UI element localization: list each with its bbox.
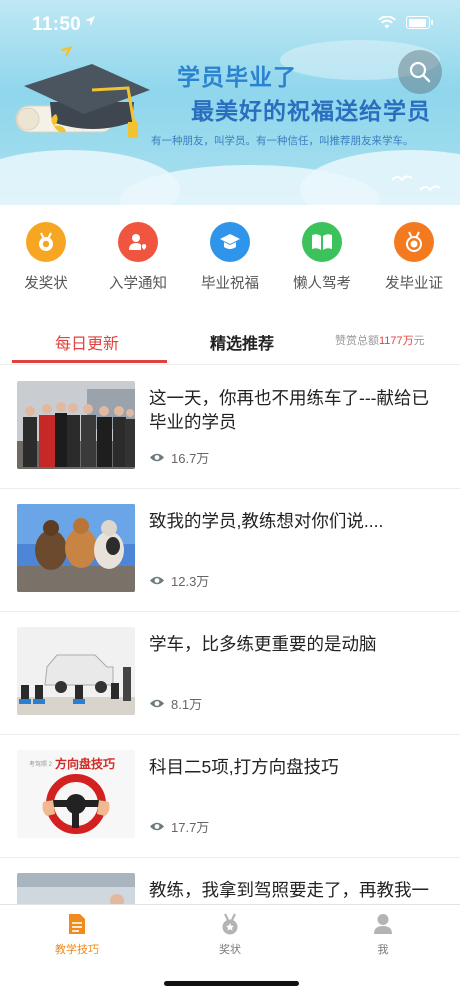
banner-title: 学员毕业了 xyxy=(177,64,297,90)
article-thumbnail xyxy=(17,504,135,592)
active-tab-indicator xyxy=(12,360,167,363)
thumbnail-small-caption: 考驾照 2 xyxy=(29,762,53,768)
tab-label: 我 xyxy=(377,944,389,956)
tab-featured[interactable]: 精选推荐 xyxy=(210,330,274,354)
search-icon xyxy=(409,61,431,83)
award-icon xyxy=(222,913,238,935)
status-time: 11:50 xyxy=(32,14,82,35)
article-title: 致我的学员,教练想对你们说.... xyxy=(149,511,384,531)
article-thumbnail: 考驾照 2 方向盘技巧 xyxy=(17,750,135,838)
article-thumbnail xyxy=(17,627,135,715)
article-thumbnail xyxy=(17,381,135,469)
article-thumbnail xyxy=(17,873,135,906)
quick-action-label: 发毕业证 xyxy=(385,276,443,292)
tip-total: 赞赏总额1177万元 xyxy=(335,332,425,348)
wifi-icon xyxy=(378,16,396,29)
article-item[interactable]: 这一天，你再也不用练车了---献给已毕业的学员 16.7万 xyxy=(0,366,460,489)
quick-action-label: 懒人驾考 xyxy=(293,276,351,292)
award-medal-icon xyxy=(26,222,66,262)
banner-caption: 有一种朋友，叫学员。有一种信任，叫推荐朋友来学车。 xyxy=(151,135,414,147)
article-item[interactable]: 考驾照 2 方向盘技巧 科目二5项,打方向盘技巧 17.7万 xyxy=(0,735,460,858)
birds-decoration xyxy=(391,175,441,192)
article-item[interactable]: 学车，比多练更重要的是动脑 8.1万 xyxy=(0,612,460,735)
view-count-value: 8.1万 xyxy=(171,697,203,712)
eye-icon xyxy=(150,699,164,708)
quick-action-label: 发奖状 xyxy=(24,276,68,292)
tab-daily-updates[interactable]: 每日更新 xyxy=(55,330,119,354)
view-count-value: 16.7万 xyxy=(171,451,210,466)
quick-action-label: 毕业祝福 xyxy=(201,276,259,292)
quick-action-label: 入学通知 xyxy=(109,276,167,292)
header-banner[interactable]: 11:50 学员毕业了 最美好的祝福送给学员 有一种朋友，叫学员。有一种信任，叫… xyxy=(0,0,460,205)
view-count: 17.7万 xyxy=(149,817,209,836)
graduation-cap-icon xyxy=(210,222,250,262)
quick-action-lazy-exam[interactable]: 懒人驾考 xyxy=(276,222,368,302)
view-count-value: 17.7万 xyxy=(171,820,210,835)
quick-action-admission[interactable]: 入学通知 xyxy=(92,222,184,302)
view-count: 8.1万 xyxy=(149,694,202,713)
tip-total-label: 赞赏总额 xyxy=(335,335,379,347)
article-title: 学车，比多练更重要的是动脑 xyxy=(149,634,377,654)
content-tabs: 每日更新 精选推荐 赞赏总额1177万元 xyxy=(0,318,460,365)
thumbnail-caption: 方向盘技巧 xyxy=(55,757,116,771)
banner-subtitle-large: 最美好的祝福送给学员 xyxy=(191,98,431,124)
quick-action-diploma[interactable]: 发毕业证 xyxy=(368,222,460,302)
view-count-value: 12.3万 xyxy=(171,574,210,589)
article-title: 教练，我拿到驾照要走了，再教我一次吧!（看哭了...） xyxy=(149,880,429,906)
quick-action-blessing[interactable]: 毕业祝福 xyxy=(184,222,276,302)
view-count: 12.3万 xyxy=(149,571,209,590)
eye-icon xyxy=(150,576,164,585)
article-item[interactable]: 教练，我拿到驾照要走了，再教我一次吧!（看哭了...） xyxy=(0,858,460,906)
book-icon xyxy=(302,222,342,262)
quick-actions: 发奖状 入学通知 毕业祝福 懒人驾考 发毕业证 xyxy=(0,222,460,302)
tab-certificates[interactable]: 奖状 xyxy=(185,913,275,957)
location-arrow-icon xyxy=(85,16,95,26)
eye-icon xyxy=(150,822,164,831)
tip-total-unit: 元 xyxy=(413,335,425,347)
home-indicator[interactable] xyxy=(164,981,299,986)
steering-wheel-illustration xyxy=(42,774,110,834)
tab-label: 奖状 xyxy=(219,944,241,956)
tip-total-amount: 1177万 xyxy=(379,335,414,347)
search-button[interactable] xyxy=(398,50,442,94)
article-item[interactable]: 致我的学员,教练想对你们说.... 12.3万 xyxy=(0,489,460,612)
view-count: 16.7万 xyxy=(149,448,209,467)
medal-icon xyxy=(394,222,434,262)
tab-me[interactable]: 我 xyxy=(338,913,428,957)
document-icon xyxy=(69,914,85,934)
tab-teaching-tips[interactable]: 教学技巧 xyxy=(32,913,122,957)
quick-action-award[interactable]: 发奖状 xyxy=(0,222,92,302)
article-title: 这一天，你再也不用练车了---献给已毕业的学员 xyxy=(149,388,429,432)
article-list: 这一天，你再也不用练车了---献给已毕业的学员 16.7万 致我的学员,教练想对… xyxy=(0,366,460,906)
eye-icon xyxy=(150,453,164,462)
graduation-cap-illustration xyxy=(15,46,150,138)
user-heart-icon xyxy=(118,222,158,262)
article-title: 科目二5项,打方向盘技巧 xyxy=(149,757,339,777)
user-icon xyxy=(374,914,392,934)
tab-label: 教学技巧 xyxy=(55,944,99,956)
battery-icon xyxy=(406,16,433,29)
